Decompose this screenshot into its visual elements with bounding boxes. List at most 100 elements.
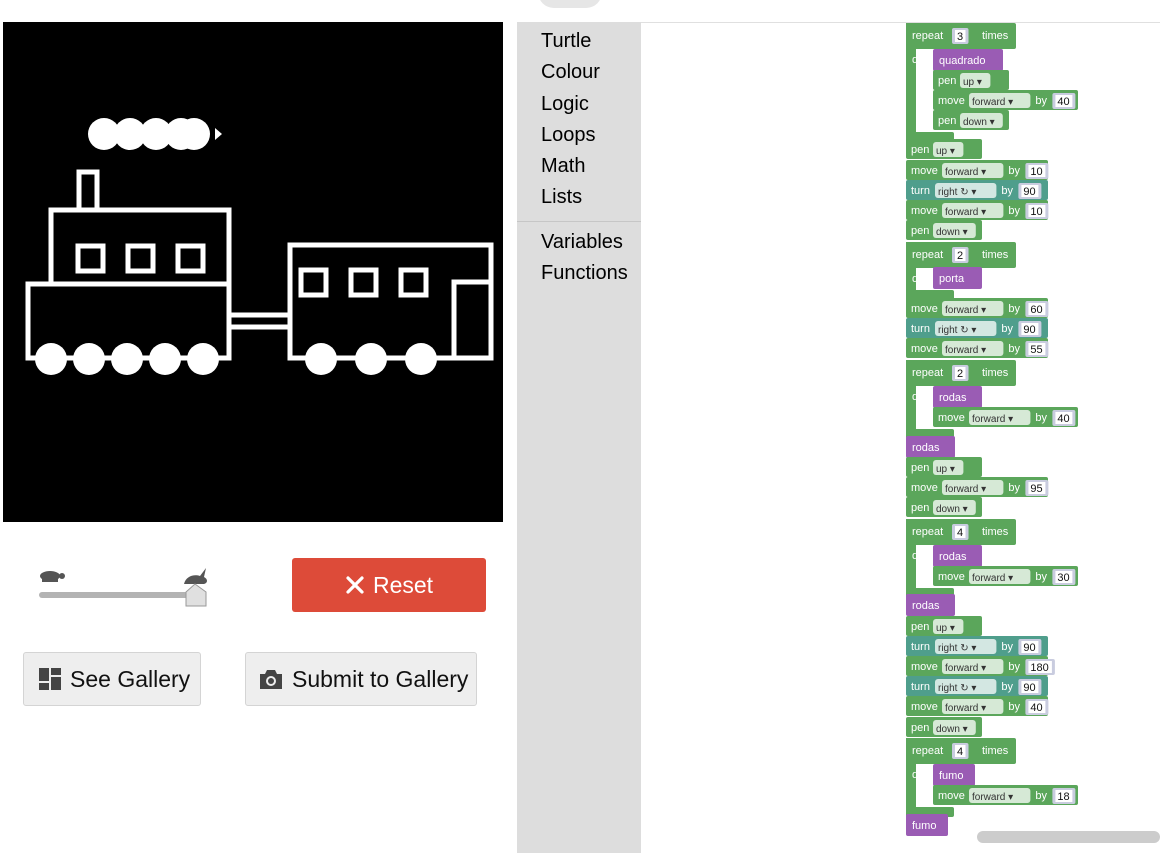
- turn-block[interactable]: turn right ↻ ▾ by 90: [906, 676, 1048, 696]
- move-direction-dropdown-value: forward ▾: [972, 792, 1013, 803]
- pen-block[interactable]: pen up ▾: [933, 70, 1009, 90]
- pen-dropdown-value: up ▾: [963, 77, 982, 88]
- turn-label: turn: [911, 185, 930, 197]
- move-block[interactable]: move forward ▾ by 30: [933, 566, 1078, 586]
- slider-track[interactable]: [39, 592, 191, 598]
- toolbox: Turtle Colour Logic Loops Math Lists Var…: [517, 22, 641, 853]
- call-block[interactable]: rodas: [906, 436, 955, 458]
- times-label: times: [982, 30, 1009, 42]
- procedure-call-fumo: fumo: [912, 820, 936, 832]
- see-gallery-button[interactable]: See Gallery: [23, 652, 201, 706]
- move-block[interactable]: move forward ▾ by 40: [906, 696, 1049, 716]
- move-block[interactable]: move forward ▾ by 40: [933, 90, 1078, 110]
- collapse-tab[interactable]: [538, 0, 602, 8]
- call-block[interactable]: rodas: [933, 386, 982, 408]
- block-stack[interactable]: pen down ▾ repeat 3 times do quadrado pen up ▾ mo…: [641, 23, 1160, 854]
- turn-label: turn: [911, 681, 930, 693]
- move-direction-dropdown-value: forward ▾: [972, 97, 1013, 108]
- turn-block[interactable]: turn right ↻ ▾ by 90: [906, 636, 1048, 656]
- move-block[interactable]: move forward ▾ by 10: [906, 160, 1049, 180]
- by-label: by: [1035, 571, 1047, 583]
- by-label: by: [1001, 185, 1013, 197]
- repeat-count-field-value: 3: [957, 31, 963, 43]
- category-functions[interactable]: Functions: [541, 262, 628, 285]
- pen-dropdown-value: down ▾: [936, 227, 968, 238]
- turtle-cursor: [215, 128, 222, 140]
- submit-gallery-button[interactable]: Submit to Gallery: [245, 652, 477, 706]
- move-amount-field-value: 10: [1030, 166, 1042, 178]
- pen-label: pen: [938, 75, 956, 87]
- turtle-icon: [40, 571, 65, 582]
- pen-block[interactable]: pen down ▾: [906, 497, 982, 517]
- category-logic[interactable]: Logic: [541, 93, 589, 116]
- call-block[interactable]: rodas: [906, 594, 955, 616]
- move-block[interactable]: move forward ▾ by 60: [906, 298, 1049, 318]
- call-block[interactable]: fumo: [906, 814, 948, 836]
- category-lists[interactable]: Lists: [541, 186, 582, 209]
- pen-block[interactable]: pen up ▾: [906, 457, 982, 477]
- pen-block[interactable]: pen up ▾: [906, 616, 982, 636]
- pen-block[interactable]: pen down ▾: [933, 110, 1009, 130]
- move-direction-dropdown-value: forward ▾: [972, 573, 1013, 584]
- move-block[interactable]: move forward ▾ by 10: [906, 200, 1049, 220]
- move-amount-field-value: 40: [1057, 96, 1069, 108]
- repeat-label: repeat: [912, 249, 943, 261]
- category-math[interactable]: Math: [541, 155, 585, 178]
- turn-block[interactable]: turn right ↻ ▾ by 90: [906, 180, 1048, 200]
- by-label: by: [1001, 681, 1013, 693]
- procedure-call-rodas: rodas: [939, 392, 967, 404]
- slider-knob[interactable]: [185, 583, 207, 607]
- repeat-count-field-value: 4: [957, 746, 963, 758]
- rabbit-icon: [184, 568, 207, 584]
- pen-block[interactable]: pen up ▾: [906, 139, 982, 159]
- move-label: move: [938, 790, 965, 802]
- horizontal-scrollbar[interactable]: [977, 831, 1160, 843]
- by-label: by: [1008, 303, 1020, 315]
- category-colour[interactable]: Colour: [541, 61, 600, 84]
- pen-dropdown-value: down ▾: [936, 504, 968, 515]
- close-icon: [346, 576, 364, 594]
- pen-dropdown-value: up ▾: [936, 146, 955, 157]
- times-label: times: [982, 526, 1009, 538]
- pen-block[interactable]: pen down ▾: [906, 717, 982, 737]
- category-loops[interactable]: Loops: [541, 124, 596, 147]
- pen-block[interactable]: pen down ▾: [906, 220, 982, 240]
- repeat-label: repeat: [912, 526, 943, 538]
- procedure-call-quadrado: quadrado: [939, 55, 986, 67]
- move-direction-dropdown-value: forward ▾: [945, 345, 986, 356]
- pen-dropdown-value: down ▾: [936, 724, 968, 735]
- wagon-door: [451, 279, 494, 361]
- pen-label: pen: [911, 502, 929, 514]
- procedure-call-rodas: rodas: [939, 551, 967, 563]
- do-label: do: [912, 391, 924, 403]
- speed-slider[interactable]: [34, 566, 214, 608]
- turn-amount-field-value: 90: [1023, 324, 1035, 336]
- repeat-count-field-value: 2: [957, 250, 963, 262]
- category-variables[interactable]: Variables: [541, 231, 623, 254]
- move-block[interactable]: move forward ▾ by 95: [906, 477, 1049, 497]
- move-block[interactable]: move forward ▾ by 40: [933, 407, 1078, 427]
- call-block[interactable]: quadrado: [933, 49, 1003, 71]
- pen-label: pen: [911, 462, 929, 474]
- blocks-workspace[interactable]: pen down ▾ repeat 3 times do quadrado pen up ▾ mo…: [641, 22, 1160, 854]
- move-block[interactable]: move forward ▾ by 18: [933, 785, 1078, 805]
- chimney: [76, 169, 100, 213]
- procedure-call-porta: porta: [939, 273, 965, 285]
- move-direction-dropdown-value: forward ▾: [945, 305, 986, 316]
- move-amount-field-value: 180: [1030, 662, 1048, 674]
- turn-block[interactable]: turn right ↻ ▾ by 90: [906, 318, 1048, 338]
- by-label: by: [1008, 205, 1020, 217]
- move-amount-field-value: 95: [1030, 483, 1042, 495]
- call-block[interactable]: porta: [933, 267, 982, 289]
- by-label: by: [1035, 95, 1047, 107]
- move-amount-field-value: 60: [1030, 304, 1042, 316]
- move-block[interactable]: move forward ▾ by 180: [906, 656, 1055, 676]
- move-label: move: [911, 303, 938, 315]
- by-label: by: [1008, 343, 1020, 355]
- category-turtle[interactable]: Turtle: [541, 30, 591, 53]
- call-block[interactable]: fumo: [933, 764, 975, 786]
- call-block[interactable]: rodas: [933, 545, 982, 567]
- reset-button[interactable]: Reset: [292, 558, 486, 612]
- move-block[interactable]: move forward ▾ by 55: [906, 338, 1049, 358]
- turtle-canvas: [3, 22, 503, 522]
